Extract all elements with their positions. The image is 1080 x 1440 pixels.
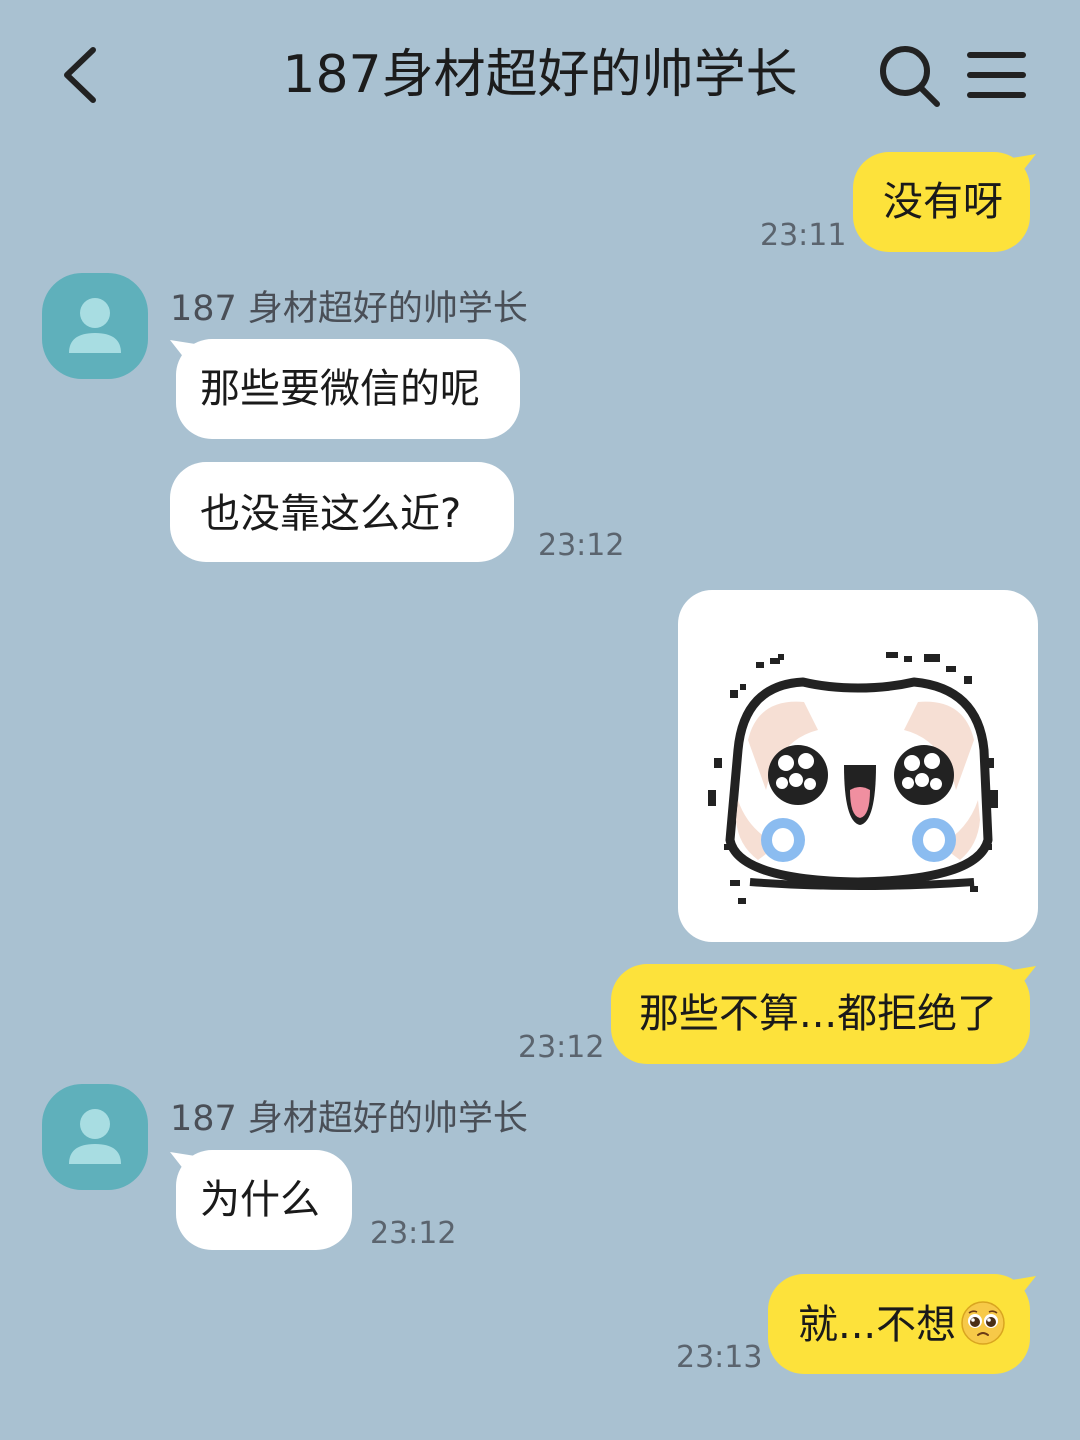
sticker-message[interactable] (678, 590, 1038, 942)
message-time: 23:12 (370, 1216, 457, 1251)
menu-button[interactable] (965, 45, 1030, 105)
message-text: 就...不想 (798, 1302, 957, 1348)
message-time: 23:12 (538, 528, 625, 563)
crying-cat-sticker (708, 652, 998, 904)
chat-title: 187身材超好的帅学长 (282, 45, 798, 105)
pleading-face-emoji (961, 1301, 1005, 1345)
message-time: 23:11 (760, 218, 847, 253)
sender-name: 187 身材超好的帅学长 (170, 289, 528, 329)
message-bubble[interactable]: 也没靠这么近? (170, 462, 514, 562)
user-icon (69, 298, 121, 353)
message-bubble[interactable]: 那些要微信的呢 (176, 339, 520, 439)
message-bubble[interactable]: 没有呀 (853, 152, 1030, 252)
message-time: 23:12 (518, 1030, 605, 1065)
menu-icon (967, 52, 1026, 98)
back-button[interactable] (55, 40, 115, 110)
search-icon (880, 46, 940, 107)
message-time: 23:13 (676, 1340, 763, 1375)
message-bubble[interactable]: 那些不算...都拒绝了 (611, 964, 1030, 1064)
search-button[interactable] (875, 40, 945, 110)
avatar[interactable] (42, 273, 148, 379)
sender-name: 187 身材超好的帅学长 (170, 1099, 528, 1139)
avatar[interactable] (42, 1084, 148, 1190)
chat-header: 187身材超好的帅学长 (0, 0, 1080, 150)
chevron-left-icon (64, 47, 96, 103)
user-icon (69, 1109, 121, 1164)
message-bubble[interactable]: 就...不想 (768, 1274, 1030, 1374)
message-bubble[interactable]: 为什么 (176, 1150, 352, 1250)
